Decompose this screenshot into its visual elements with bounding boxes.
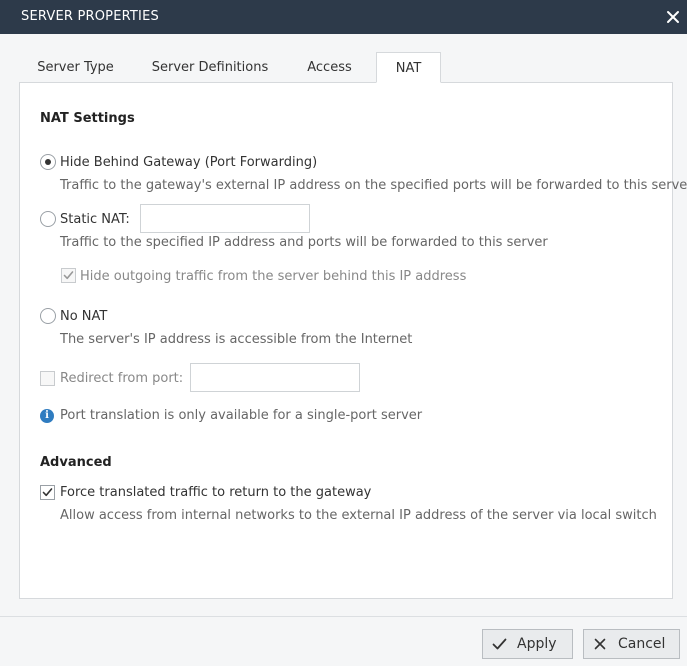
no-nat-description: The server's IP address is accessible fr… (60, 332, 413, 347)
tab-server-type[interactable]: Server Type (19, 52, 132, 83)
hide-outgoing-checkbox[interactable] (61, 268, 76, 283)
info-icon: i (40, 409, 54, 423)
cancel-button[interactable]: Cancel (583, 629, 680, 659)
static-nat-label[interactable]: Static NAT: (60, 212, 130, 227)
force-translated-label[interactable]: Force translated traffic to return to th… (60, 485, 371, 500)
force-translated-description: Allow access from internal networks to t… (60, 508, 657, 523)
check-icon (63, 271, 74, 280)
cancel-button-label: Cancel (618, 636, 666, 652)
check-icon (42, 488, 53, 497)
title-bar: SERVER PROPERTIES (0, 0, 687, 34)
apply-button[interactable]: Apply (482, 629, 573, 659)
apply-button-label: Apply (517, 636, 557, 652)
advanced-heading: Advanced (40, 455, 112, 470)
checkmark-icon (492, 637, 507, 655)
no-nat-radio[interactable] (40, 308, 56, 324)
nat-panel: NAT Settings Hide Behind Gateway (Port F… (19, 82, 687, 599)
static-nat-ip-input[interactable] (140, 204, 310, 233)
nat-settings-heading: NAT Settings (40, 111, 135, 126)
tab-server-definitions[interactable]: Server Definitions (144, 52, 276, 83)
static-nat-radio[interactable] (40, 211, 56, 227)
force-translated-checkbox[interactable] (40, 485, 55, 500)
port-translation-info: Port translation is only available for a… (60, 408, 423, 423)
static-nat-description: Traffic to the specified IP address and … (60, 235, 548, 250)
hide-behind-gateway-radio[interactable] (40, 154, 56, 170)
hide-behind-gateway-description: Traffic to the gateway's external IP add… (60, 178, 687, 193)
redirect-port-checkbox[interactable] (40, 371, 55, 386)
close-icon (593, 637, 607, 655)
hide-behind-gateway-label[interactable]: Hide Behind Gateway (Port Forwarding) (60, 155, 317, 170)
no-nat-label[interactable]: No NAT (60, 309, 107, 324)
dialog-footer: Apply Cancel (0, 616, 687, 666)
redirect-port-input[interactable] (190, 363, 360, 392)
tab-nat[interactable]: NAT (376, 52, 441, 83)
close-icon[interactable] (664, 6, 682, 26)
redirect-port-label: Redirect from port: (60, 371, 184, 386)
tab-access[interactable]: Access (287, 52, 372, 83)
window-title: SERVER PROPERTIES (21, 9, 159, 24)
hide-outgoing-label: Hide outgoing traffic from the server be… (80, 269, 467, 284)
